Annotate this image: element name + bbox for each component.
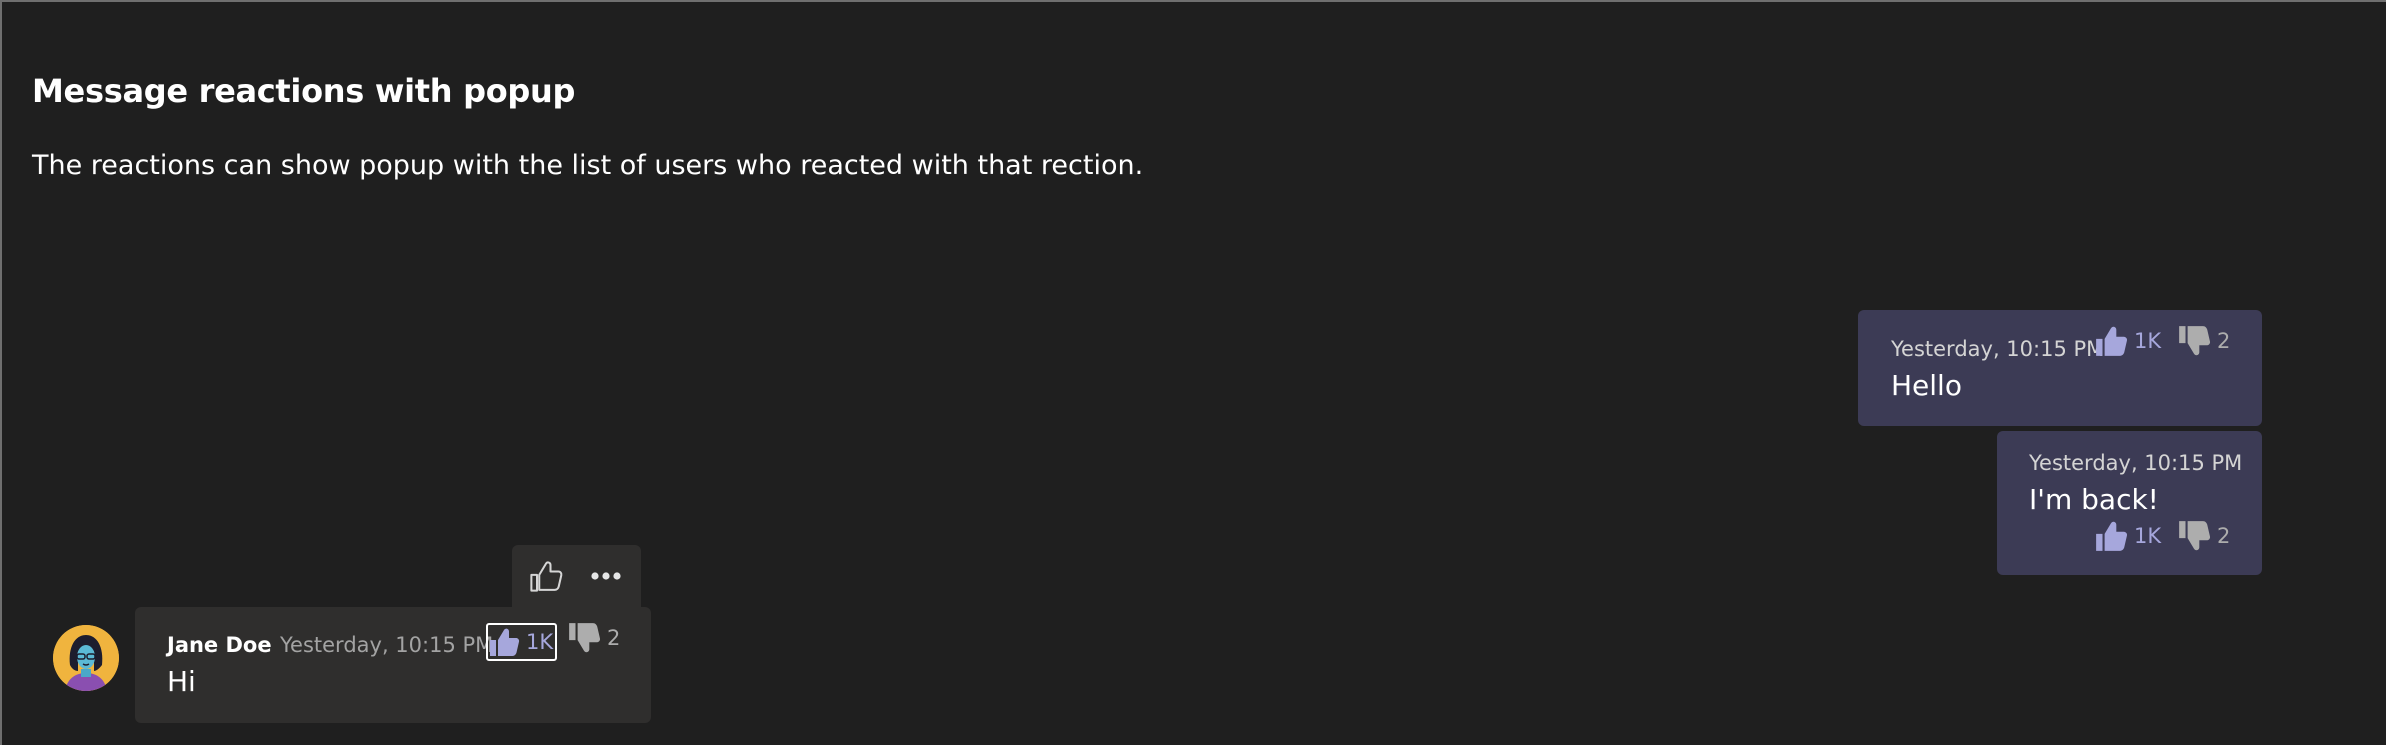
thumbs-up-icon — [530, 561, 563, 592]
like-count: 1K — [2134, 524, 2162, 548]
like-reaction[interactable]: 1K — [2094, 519, 2161, 553]
more-options-icon — [591, 572, 621, 580]
dislike-count: 2 — [2217, 329, 2231, 353]
like-reaction-focused[interactable]: 1K — [486, 623, 558, 661]
message-text: Hi — [167, 665, 196, 698]
outgoing-message: Yesterday, 10:15 PM I'm back! 1K 2 — [1997, 431, 2262, 575]
thumbs-up-icon — [488, 626, 520, 658]
more-options-button[interactable] — [586, 558, 626, 594]
message-text: I'm back! — [2029, 483, 2159, 516]
thumbs-down-icon — [2177, 324, 2211, 358]
thumbs-up-icon — [2094, 324, 2128, 358]
dislike-reaction[interactable]: 2 — [2177, 519, 2230, 553]
avatar-illustration-icon — [53, 625, 119, 691]
message-action-bar — [512, 545, 641, 607]
thumbs-down-icon — [2177, 519, 2211, 553]
thumbs-up-icon — [2094, 519, 2128, 553]
dislike-reaction[interactable]: 2 — [2177, 324, 2230, 358]
message-timestamp: Yesterday, 10:15 PM — [1891, 337, 2105, 361]
page-description: The reactions can show popup with the li… — [32, 150, 1144, 181]
like-reaction[interactable]: 1K — [2094, 324, 2161, 358]
incoming-message: Jane Doe Yesterday, 10:15 PM 1K 2 Hi — [135, 607, 651, 723]
dislike-count: 2 — [2217, 524, 2231, 548]
message-text: Hello — [1891, 369, 1962, 402]
message-timestamp: Yesterday, 10:15 PM — [2029, 451, 2243, 475]
dislike-count: 2 — [607, 626, 621, 650]
like-action-button[interactable] — [528, 558, 564, 594]
avatar[interactable] — [53, 625, 119, 691]
thumbs-down-icon — [567, 621, 601, 655]
like-count: 1K — [526, 630, 554, 654]
like-count: 1K — [2134, 329, 2162, 353]
author-name: Jane Doe — [167, 633, 272, 657]
message-timestamp: Yesterday, 10:15 PM — [280, 633, 494, 657]
dislike-reaction[interactable]: 2 — [567, 621, 620, 655]
page-title: Message reactions with popup — [32, 72, 576, 110]
outgoing-message: Yesterday, 10:15 PM 1K 2 Hello — [1858, 310, 2262, 426]
page: Message reactions with popup The reactio… — [0, 0, 2386, 745]
